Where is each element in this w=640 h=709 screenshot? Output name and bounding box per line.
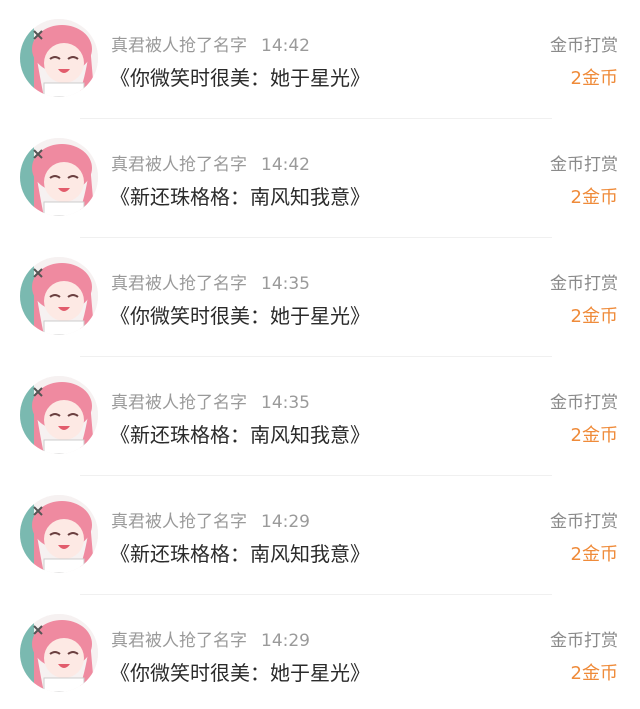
username[interactable]: 真君被人抢了名字 xyxy=(111,393,247,413)
reward-row[interactable]: 真君被人抢了名字 14:29 《你微笑时很美：她于星光》 金币打赏 2金币 xyxy=(0,595,640,709)
timestamp: 14:35 xyxy=(261,274,310,294)
book-title[interactable]: 《你微笑时很美：她于星光》 xyxy=(110,62,370,91)
reward-row[interactable]: 真君被人抢了名字 14:35 《你微笑时很美：她于星光》 金币打赏 2金币 xyxy=(0,238,640,357)
timestamp: 14:29 xyxy=(261,512,310,532)
reward-type-label: 金币打赏 xyxy=(550,631,618,651)
reward-type-label: 金币打赏 xyxy=(550,36,618,56)
anime-girl-avatar-icon xyxy=(20,138,98,216)
timestamp: 14:35 xyxy=(261,393,310,413)
avatar[interactable] xyxy=(20,376,98,454)
anime-girl-avatar-icon xyxy=(20,257,98,335)
timestamp: 14:42 xyxy=(261,36,310,56)
book-title[interactable]: 《新还珠格格：南风知我意》 xyxy=(110,419,370,448)
anime-girl-avatar-icon xyxy=(20,495,98,573)
avatar[interactable] xyxy=(20,257,98,335)
username[interactable]: 真君被人抢了名字 xyxy=(111,155,247,175)
avatar[interactable] xyxy=(20,19,98,97)
reward-amount: 2金币 xyxy=(570,306,618,327)
reward-meta: 真君被人抢了名字 14:35 xyxy=(111,388,310,413)
reward-type-label: 金币打赏 xyxy=(550,274,618,294)
timestamp: 14:42 xyxy=(261,155,310,175)
username[interactable]: 真君被人抢了名字 xyxy=(111,512,247,532)
timestamp: 14:29 xyxy=(261,631,310,651)
reward-row[interactable]: 真君被人抢了名字 14:42 《新还珠格格：南风知我意》 金币打赏 2金币 xyxy=(0,119,640,238)
anime-girl-avatar-icon xyxy=(20,19,98,97)
book-title[interactable]: 《你微笑时很美：她于星光》 xyxy=(110,300,370,329)
username[interactable]: 真君被人抢了名字 xyxy=(111,631,247,651)
reward-row[interactable]: 真君被人抢了名字 14:42 《你微笑时很美：她于星光》 金币打赏 2金币 xyxy=(0,0,640,119)
anime-girl-avatar-icon xyxy=(20,376,98,454)
book-title[interactable]: 《你微笑时很美：她于星光》 xyxy=(110,657,370,686)
reward-meta: 真君被人抢了名字 14:29 xyxy=(111,507,310,532)
reward-amount: 2金币 xyxy=(570,187,618,208)
reward-meta: 真君被人抢了名字 14:42 xyxy=(111,150,310,175)
avatar[interactable] xyxy=(20,138,98,216)
avatar[interactable] xyxy=(20,495,98,573)
reward-type-label: 金币打赏 xyxy=(550,393,618,413)
anime-girl-avatar-icon xyxy=(20,614,98,692)
reward-amount: 2金币 xyxy=(570,68,618,89)
reward-amount: 2金币 xyxy=(570,425,618,446)
reward-meta: 真君被人抢了名字 14:29 xyxy=(111,626,310,651)
reward-row[interactable]: 真君被人抢了名字 14:35 《新还珠格格：南风知我意》 金币打赏 2金币 xyxy=(0,357,640,476)
avatar[interactable] xyxy=(20,614,98,692)
reward-type-label: 金币打赏 xyxy=(550,512,618,532)
reward-meta: 真君被人抢了名字 14:42 xyxy=(111,31,310,56)
reward-row[interactable]: 真君被人抢了名字 14:29 《新还珠格格：南风知我意》 金币打赏 2金币 xyxy=(0,476,640,595)
reward-amount: 2金币 xyxy=(570,663,618,684)
username[interactable]: 真君被人抢了名字 xyxy=(111,274,247,294)
reward-type-label: 金币打赏 xyxy=(550,155,618,175)
book-title[interactable]: 《新还珠格格：南风知我意》 xyxy=(110,181,370,210)
reward-list: 真君被人抢了名字 14:42 《你微笑时很美：她于星光》 金币打赏 2金币 真君… xyxy=(0,0,640,709)
reward-amount: 2金币 xyxy=(570,544,618,565)
username[interactable]: 真君被人抢了名字 xyxy=(111,36,247,56)
book-title[interactable]: 《新还珠格格：南风知我意》 xyxy=(110,538,370,567)
reward-meta: 真君被人抢了名字 14:35 xyxy=(111,269,310,294)
